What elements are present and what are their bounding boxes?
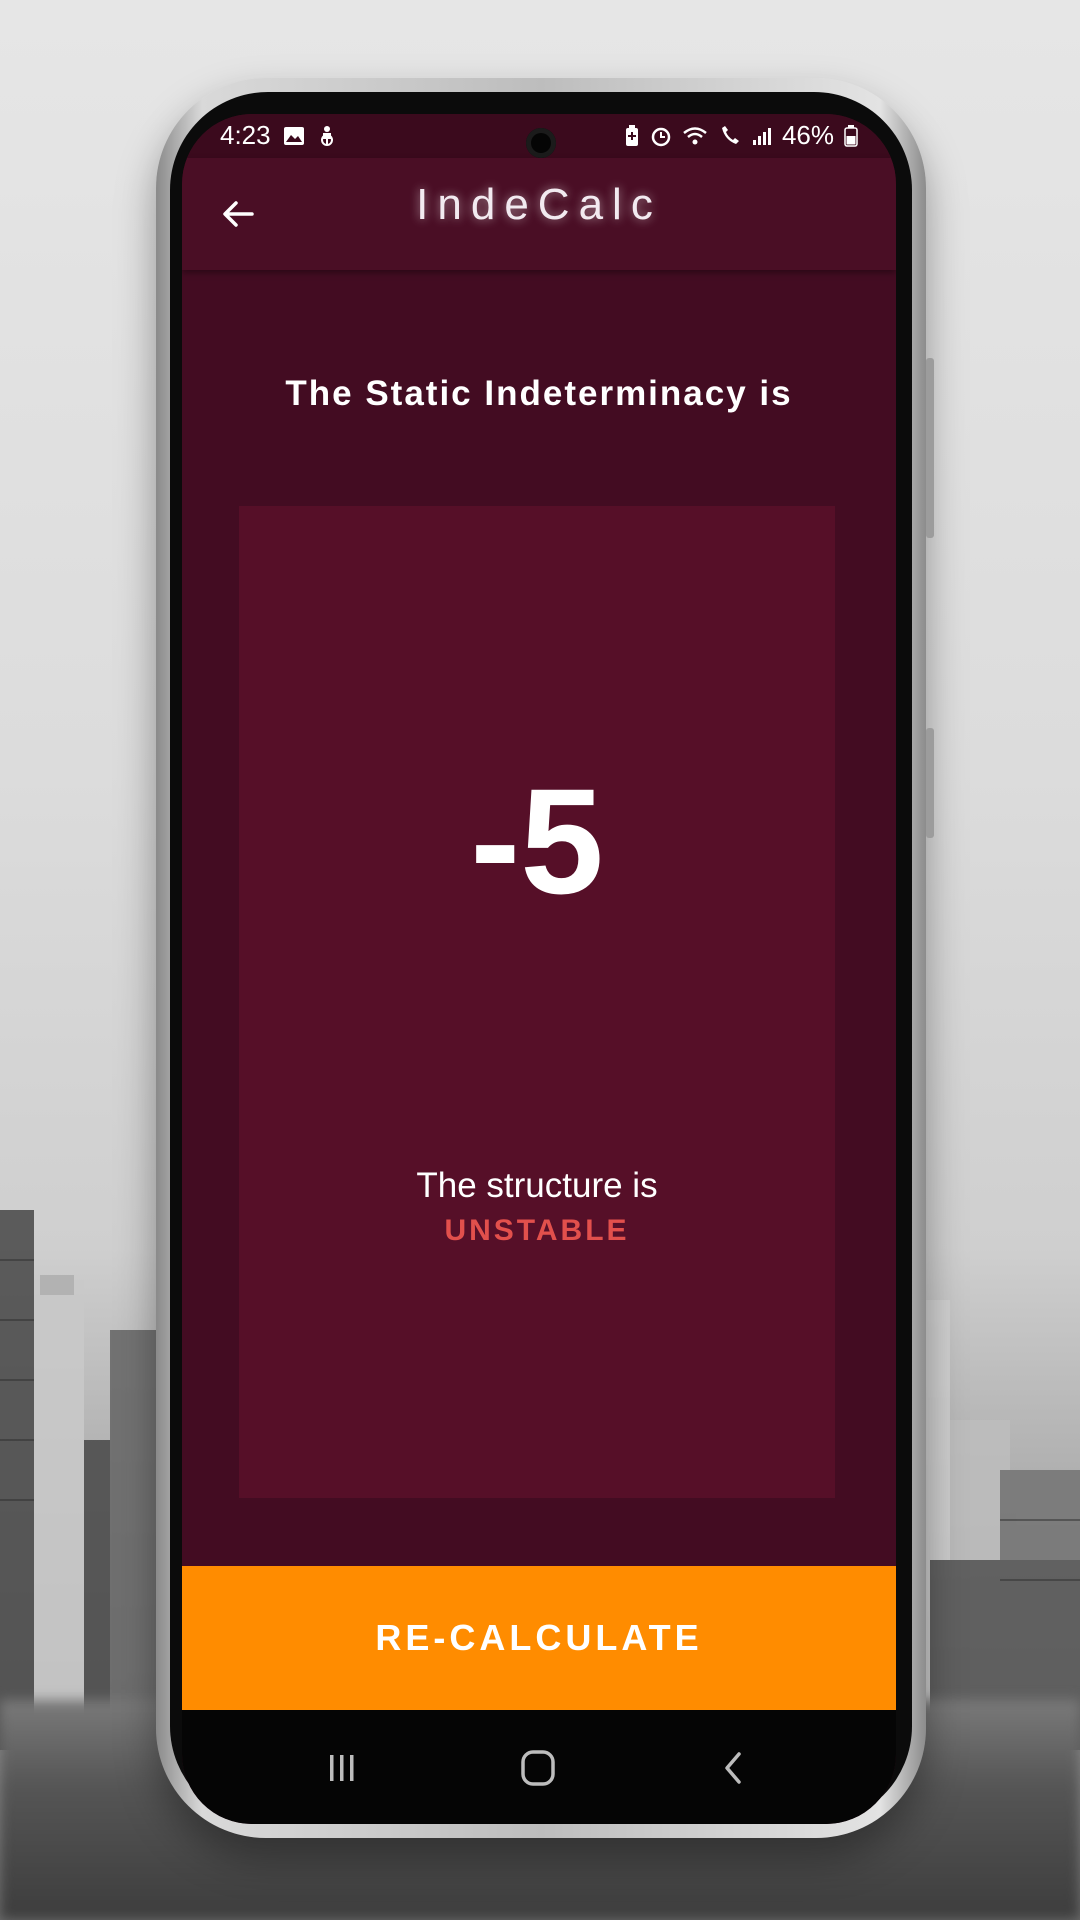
app-screen: 4:23 46% IndeCalc The Static Indetermina… [182, 114, 896, 1824]
status-time: 4:23 [220, 120, 271, 150]
wifi-icon [683, 126, 707, 144]
accessibility-icon [320, 125, 333, 146]
power-button [926, 728, 934, 838]
result-card: -5 The structure is UNSTABLE [239, 506, 835, 1498]
home-icon[interactable] [508, 1744, 568, 1792]
battery-icon [844, 124, 858, 147]
front-camera [526, 128, 556, 158]
battery-saver-icon [625, 124, 638, 146]
battery-percent: 46% [781, 120, 834, 150]
app-bar: IndeCalc [182, 158, 896, 270]
image-icon [283, 126, 304, 145]
result-heading: The Static Indeterminacy is [285, 374, 793, 413]
recents-icon[interactable] [312, 1744, 372, 1792]
back-icon[interactable] [704, 1744, 764, 1792]
indeterminacy-value: -5 [470, 757, 604, 925]
alarm-icon [651, 127, 671, 146]
signal-icon [752, 127, 771, 145]
structure-label: The structure is [416, 1166, 658, 1205]
app-title: IndeCalc [416, 180, 662, 229]
status-bar: 4:23 46% [182, 114, 896, 158]
system-nav-bar [182, 1710, 896, 1824]
volume-button [926, 358, 934, 538]
recalculate-button[interactable]: RE-CALCULATE [182, 1566, 896, 1710]
wifi-calling-icon [721, 125, 739, 144]
structure-status-badge: UNSTABLE [444, 1214, 630, 1247]
